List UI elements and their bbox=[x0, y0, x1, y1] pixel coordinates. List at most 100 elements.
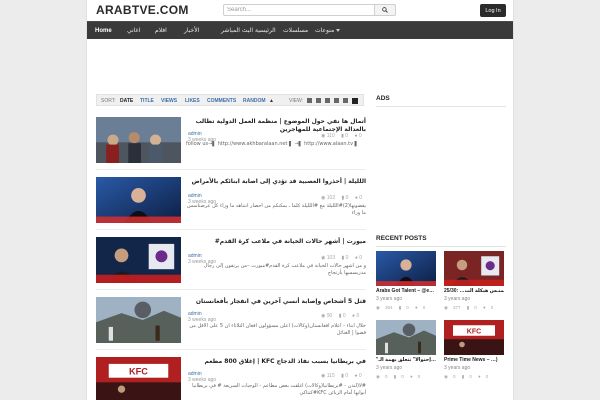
site-header: ARABTVE.COM Log In bbox=[87, 0, 513, 20]
recent-post-thumbnail[interactable] bbox=[376, 320, 436, 355]
post-views: 110 bbox=[326, 133, 335, 139]
post-item: قتل 5 أشخاص وإصابة أنسي آخرين في انفجار … bbox=[96, 297, 366, 350]
post-divider bbox=[96, 229, 366, 230]
recent-post-stats: ◉ 0 ▮ 0 ● 0 bbox=[376, 374, 425, 380]
nav-item-home-ar[interactable]: الرئيسية bbox=[255, 22, 276, 40]
ads-title: ADS bbox=[376, 95, 390, 102]
nav-item-news[interactable]: الأخبار bbox=[184, 22, 199, 40]
recent-post-comments: 0 bbox=[417, 374, 421, 379]
post-divider bbox=[96, 349, 366, 350]
search-input[interactable] bbox=[223, 4, 395, 16]
likes-icon: ▮ bbox=[341, 373, 344, 379]
post-excerpt: و من أشهر حالات الخيانة في ملاعب كرة الق… bbox=[203, 263, 366, 276]
post-views: 115 bbox=[326, 373, 335, 379]
post-thumbnail[interactable] bbox=[96, 297, 181, 343]
views-icon: ◉ bbox=[321, 373, 326, 379]
post-thumbnail[interactable] bbox=[96, 237, 181, 283]
likes-icon: ▮ bbox=[341, 133, 344, 139]
post-comments: 0 bbox=[359, 255, 363, 261]
post-thumbnail[interactable] bbox=[96, 177, 181, 223]
recent-post-title[interactable]: Arabs Got Talent – @e… bbox=[376, 288, 436, 294]
view-large-icon[interactable] bbox=[343, 98, 348, 103]
recent-post-comments: 0 bbox=[485, 374, 489, 379]
main-nav: Home منوعات مسلسلات الرئيسية البث المباش… bbox=[87, 21, 513, 40]
comments-icon: ● bbox=[352, 313, 356, 319]
sort-option-views[interactable]: VIEWS bbox=[161, 98, 177, 104]
views-icon: ◉ bbox=[321, 133, 326, 139]
nav-item-movies[interactable]: افلام bbox=[155, 22, 167, 40]
recent-post-thumbnail[interactable] bbox=[444, 251, 504, 286]
recent-post-views: 377 bbox=[452, 305, 461, 310]
comments-icon: ● bbox=[414, 305, 418, 310]
recent-post-likes: 0 bbox=[406, 305, 409, 310]
post-stats: ◉ 90 ▮ 0 ● 0 bbox=[316, 313, 366, 319]
recent-post-title[interactable]: 25/30: …ممتـس هيكلة الث bbox=[444, 288, 504, 294]
recent-post-comments: 0 bbox=[490, 305, 494, 310]
recent-post-thumbnail[interactable]: KFC bbox=[444, 320, 504, 355]
post-stats: ◉ 102 ▮ 0 ● 0 bbox=[316, 195, 366, 201]
recent-post-thumbnail[interactable] bbox=[376, 251, 436, 286]
likes-icon: ▮ bbox=[341, 255, 345, 261]
comments-icon: ● bbox=[482, 305, 486, 310]
nav-item-home[interactable]: Home bbox=[95, 22, 112, 40]
views-icon: ◉ bbox=[376, 374, 380, 379]
page: ARABTVE.COM Log In Home منوعات مسلسلات ا… bbox=[86, 0, 514, 400]
sort-option-likes[interactable]: LIKES bbox=[185, 98, 200, 104]
site-logo[interactable]: ARABTVE.COM bbox=[96, 3, 189, 17]
comments-icon: ● bbox=[477, 374, 481, 379]
sort-option-random[interactable]: RANDOM bbox=[243, 98, 266, 104]
nav-item-songs[interactable]: اغاني bbox=[127, 22, 140, 40]
post-title[interactable]: قتل 5 أشخاص وإصابة أنسي آخرين في انفجار … bbox=[186, 298, 366, 306]
likes-icon: ▮ bbox=[466, 305, 470, 310]
ads-divider bbox=[376, 106, 506, 107]
recent-post-time: 3 years ago bbox=[444, 296, 471, 302]
post-item: ميورت | أشهر حالات الخيانة في ملاعب كرة … bbox=[96, 237, 366, 290]
likes-icon: ▮ bbox=[341, 195, 345, 201]
sort-arrow-icon[interactable]: ▲ bbox=[269, 98, 274, 104]
recent-post-title[interactable]: Prime Time News – …) bbox=[444, 357, 504, 363]
recent-post-stats: ◉ 377 ▮ 0 ● 0 bbox=[444, 305, 498, 311]
post-views: 90 bbox=[326, 313, 333, 319]
view-compact-icon[interactable] bbox=[325, 98, 330, 103]
views-icon: ◉ bbox=[376, 305, 380, 310]
nav-item-variety[interactable]: منوعات bbox=[315, 22, 341, 40]
post-excerpt: #لأ(لندن - #بريطانيا(وكالات) أغلقت بعض م… bbox=[192, 383, 366, 396]
recent-post-views: 384 bbox=[384, 305, 393, 310]
post-title[interactable]: اللليلة | أحذروا العصبية قد تؤدي إلى اصا… bbox=[186, 178, 366, 186]
post-title[interactable]: ميورت | أشهر حالات الخيانة في ملاعب كرة … bbox=[186, 238, 366, 246]
post-stats: ◉ 115 ▮ 0 ● 0 bbox=[316, 373, 366, 379]
comments-icon: ● bbox=[354, 255, 358, 261]
recent-post-likes: 0 bbox=[401, 374, 404, 379]
search-button[interactable] bbox=[374, 4, 396, 16]
recent-post-views: 0 bbox=[384, 374, 388, 379]
login-button[interactable]: Log In bbox=[480, 4, 506, 17]
view-grid-icon[interactable] bbox=[307, 98, 312, 103]
view-full-icon[interactable] bbox=[352, 97, 358, 104]
sort-bar: SORT: DATE TITLE VIEWS LIKES COMMENTS RA… bbox=[96, 94, 364, 106]
post-comments: 0 bbox=[356, 313, 360, 319]
recent-post-title[interactable]: "إحتوالا" تتعلق بهمة الـ… bbox=[376, 357, 436, 363]
post-divider bbox=[96, 289, 366, 290]
sort-option-title[interactable]: TITLE bbox=[140, 98, 154, 104]
post-thumbnail[interactable]: KFC bbox=[96, 357, 181, 400]
comments-icon: ● bbox=[354, 133, 358, 139]
post-item: أتمال ها نفي حول الموضوع | منظمة العمل ا… bbox=[96, 117, 366, 170]
post-title[interactable]: في بريطانيا بسبب نفاذ الدجاج KFC | إغلاق… bbox=[186, 358, 366, 366]
post-stats: ◉ 103 ▮ 0 ● 0 bbox=[316, 255, 366, 261]
post-item: اللليلة | أحذروا العصبية قد تؤدي إلى اصا… bbox=[96, 177, 366, 230]
post-excerpt: يقضونها(2)#اللليلة مع #اللليلة كلما ـ يم… bbox=[186, 203, 366, 216]
post-views: 102 bbox=[326, 195, 336, 201]
post-thumbnail[interactable] bbox=[96, 117, 181, 163]
view-list-icon[interactable] bbox=[316, 98, 321, 103]
sort-option-comments[interactable]: COMMENTS bbox=[207, 98, 236, 104]
nav-item-live[interactable]: البث المباشر bbox=[221, 22, 253, 40]
recent-post-likes: 0 bbox=[474, 305, 477, 310]
recent-post-likes: 0 bbox=[469, 374, 472, 379]
svg-text:KFC: KFC bbox=[129, 366, 148, 376]
view-detail-icon[interactable] bbox=[334, 98, 339, 103]
nav-item-label: منوعات bbox=[315, 27, 335, 34]
sort-option-date[interactable]: DATE bbox=[120, 98, 133, 104]
nav-item-series[interactable]: مسلسلات bbox=[283, 22, 308, 40]
recent-posts-divider bbox=[376, 246, 506, 247]
post-likes: 0 bbox=[345, 133, 349, 139]
